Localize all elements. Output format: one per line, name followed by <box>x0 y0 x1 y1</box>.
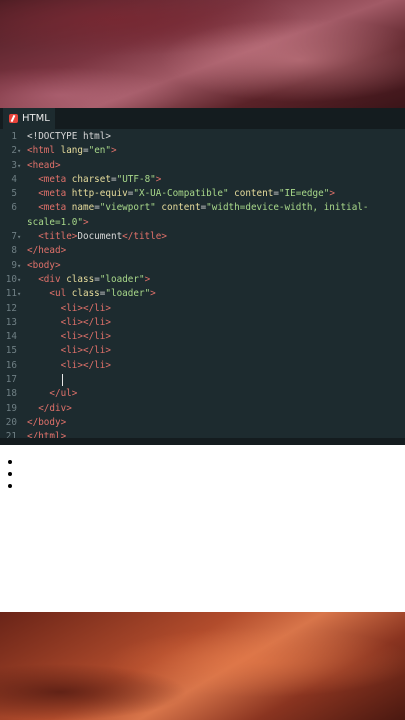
code-line[interactable]: 13 <li></li> <box>0 316 405 330</box>
code-line[interactable]: 18 </ul> <box>0 387 405 401</box>
code-editor[interactable]: HTML 1 <!DOCTYPE html> 2 ▾ <html lang="en"> 3… <box>0 108 405 445</box>
line-number: 18 <box>5 388 17 400</box>
line-number: 7 <box>11 231 17 243</box>
code-line[interactable]: 1 <!DOCTYPE html> <box>0 130 405 144</box>
line-number: 12 <box>5 302 17 314</box>
tab-label: HTML <box>22 113 50 124</box>
line-number: 11 <box>5 288 17 300</box>
bullet-icon <box>8 484 12 488</box>
code-text: <li></li> <box>60 331 111 343</box>
code-line[interactable]: 21 </html> <box>0 430 405 438</box>
code-text: <body> <box>27 259 61 271</box>
line-number: 8 <box>11 245 17 257</box>
code-line[interactable]: 10 ▾ <div class="loader"> <box>0 273 405 287</box>
code-line[interactable]: 5 <meta http-equiv="X-UA-Compatible" con… <box>0 187 405 201</box>
code-text: <head> <box>27 159 61 171</box>
code-line[interactable]: 12 <li></li> <box>0 302 405 316</box>
code-line[interactable]: 8 </head> <box>0 244 405 258</box>
line-number: 1 <box>11 131 17 142</box>
text-cursor <box>62 374 63 387</box>
line-number: 9 <box>11 259 17 271</box>
code-line[interactable]: 3 ▾ <head> <box>0 159 405 173</box>
line-number: 21 <box>5 431 17 438</box>
code-text: <li></li> <box>60 316 111 328</box>
code-line[interactable]: 7 ▾ <title>Document</title> <box>0 230 405 244</box>
fold-arrow-icon[interactable]: ▾ <box>17 273 23 287</box>
code-line[interactable]: 4 <meta charset="UTF-8"> <box>0 173 405 187</box>
editor-footer <box>0 438 405 445</box>
code-line[interactable]: 19 </div> <box>0 402 405 416</box>
code-text: </html> <box>27 431 67 438</box>
code-line[interactable]: 16 <li></li> <box>0 359 405 373</box>
line-number: 6 <box>11 202 17 214</box>
html-file-icon <box>9 114 18 123</box>
code-text: <li></li> <box>60 302 111 314</box>
line-number: 2 <box>11 145 17 157</box>
code-line[interactable]: 11 ▾ <ul class="loader"> <box>0 287 405 301</box>
code-line[interactable]: 14 <li></li> <box>0 330 405 344</box>
bullet-icon <box>8 460 12 464</box>
line-number: 10 <box>5 273 17 285</box>
line-number: 3 <box>11 159 17 171</box>
code-line[interactable]: 17 <box>0 373 405 387</box>
code-line[interactable]: 9 ▾ <body> <box>0 259 405 273</box>
code-text: scale=1.0"> <box>27 216 89 228</box>
fold-arrow-icon[interactable]: ▾ <box>17 287 23 301</box>
line-number: 13 <box>5 316 17 328</box>
line-number: 4 <box>11 173 17 185</box>
line-number: 16 <box>5 359 17 371</box>
fold-arrow-icon[interactable]: ▾ <box>17 159 23 173</box>
line-number: 14 <box>5 331 17 343</box>
line-number: 5 <box>11 188 17 200</box>
line-number: 20 <box>5 416 17 428</box>
fold-arrow-icon[interactable]: ▾ <box>17 259 23 273</box>
code-text: </div> <box>38 402 72 414</box>
code-text: <title>Document</title> <box>38 231 167 243</box>
code-area[interactable]: 1 <!DOCTYPE html> 2 ▾ <html lang="en"> 3 ▾ <hea… <box>0 130 405 438</box>
preview-pane <box>0 445 405 612</box>
code-line[interactable]: 20 </body> <box>0 416 405 430</box>
editor-tab-bar: HTML <box>0 108 405 129</box>
fold-arrow-icon[interactable]: ▾ <box>17 144 23 158</box>
line-number: 15 <box>5 345 17 357</box>
code-text: <!DOCTYPE html> <box>27 131 111 142</box>
code-text: <li></li> <box>60 359 111 371</box>
fold-arrow-icon[interactable]: ▾ <box>17 230 23 244</box>
wallpaper-bottom <box>0 612 405 720</box>
code-text: <ul class="loader"> <box>49 288 156 300</box>
bullet-icon <box>8 472 12 476</box>
code-line[interactable]: 15 <li></li> <box>0 344 405 358</box>
line-number: 17 <box>5 374 17 386</box>
code-line[interactable]: 2 ▾ <html lang="en"> <box>0 144 405 158</box>
code-text: <meta charset="UTF-8"> <box>38 173 162 185</box>
code-text: <html lang="en"> <box>27 145 117 157</box>
code-text: <li></li> <box>60 345 111 357</box>
code-text: <meta name="viewport" content="width=dev… <box>38 202 369 214</box>
code-text: </head> <box>27 245 67 257</box>
tab-html[interactable]: HTML <box>3 108 55 129</box>
code-text: </ul> <box>49 388 78 400</box>
wallpaper-top <box>0 0 405 110</box>
code-line[interactable]: 6 <meta name="viewport" content="width=d… <box>0 201 405 215</box>
code-text: </body> <box>27 416 67 428</box>
code-text: <div class="loader"> <box>38 273 151 285</box>
code-line[interactable]: scale=1.0"> <box>0 216 405 230</box>
code-text: <meta http-equiv="X-UA-Compatible" conte… <box>38 188 335 200</box>
line-number: 19 <box>5 402 17 414</box>
